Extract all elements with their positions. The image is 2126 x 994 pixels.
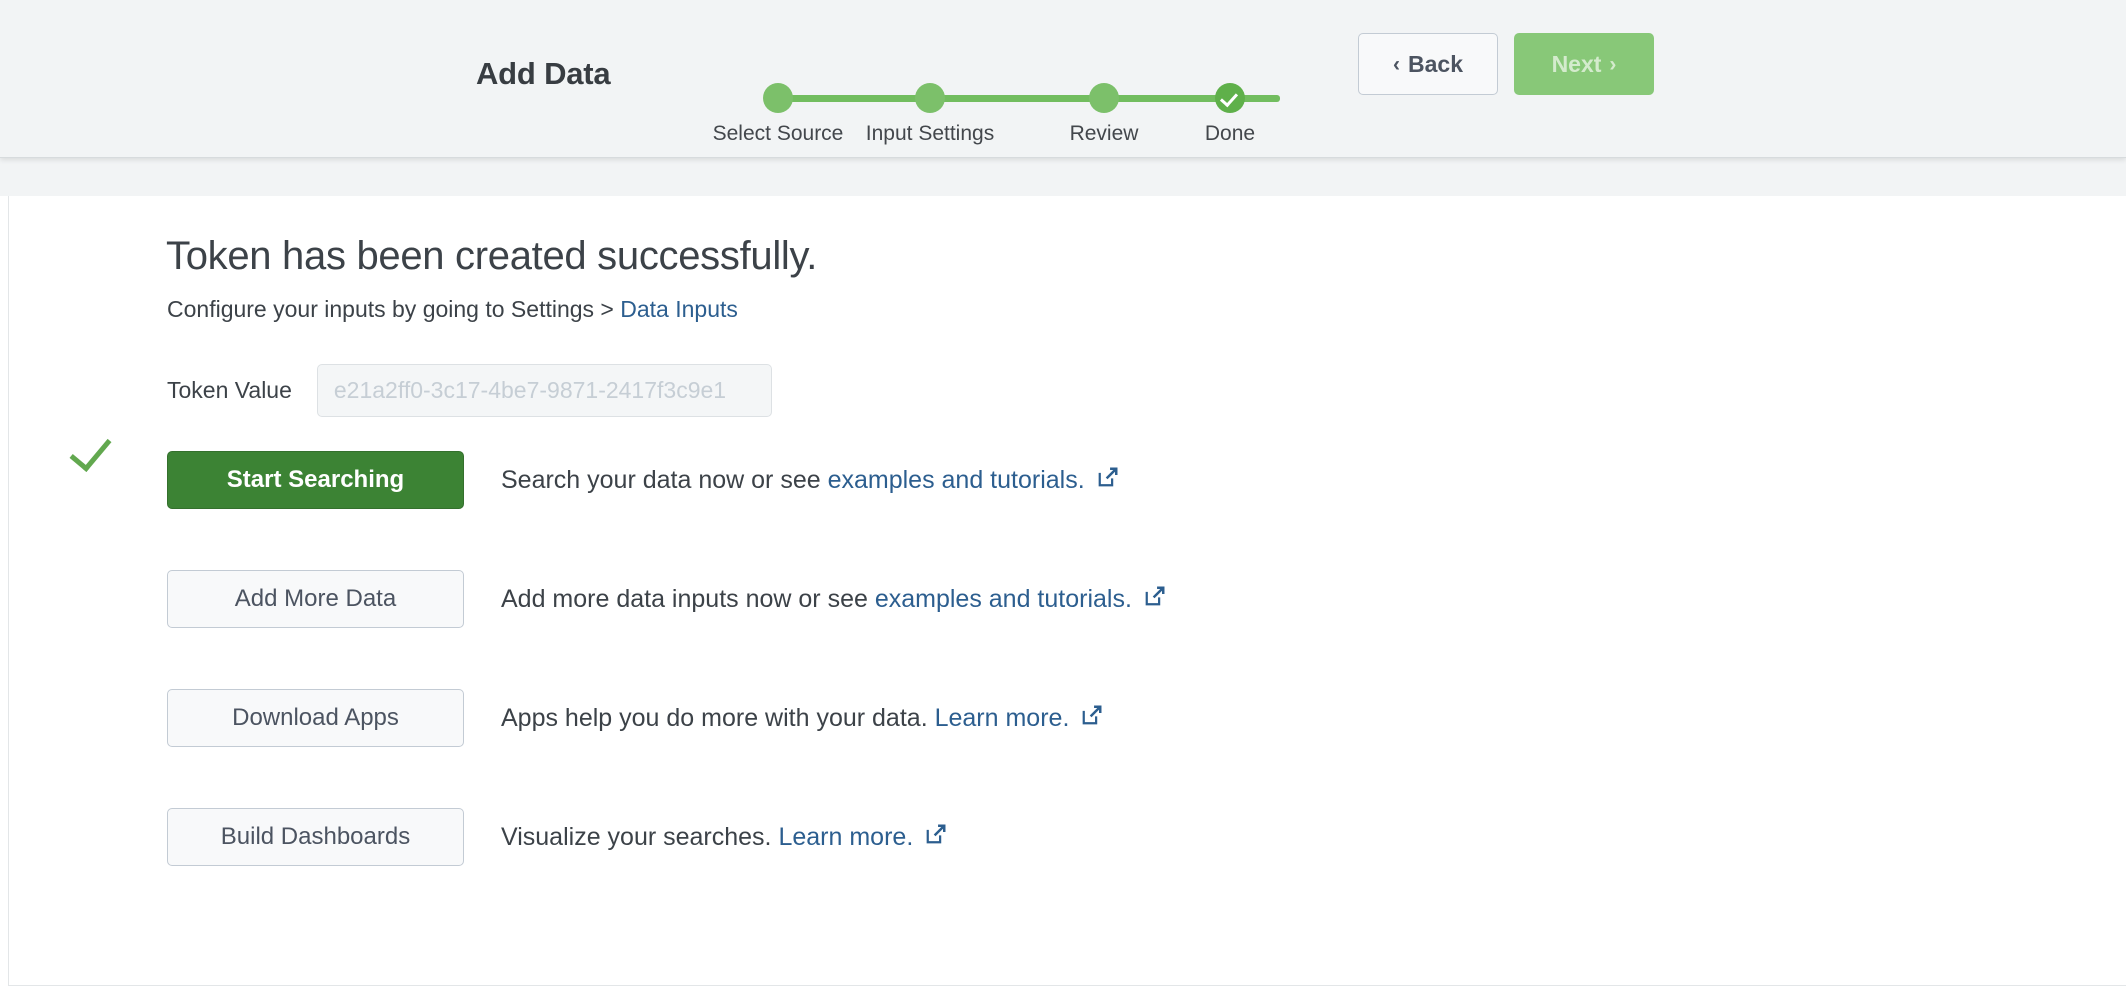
wizard-nav-buttons: ‹ Back Next › xyxy=(1358,33,1654,95)
action-row-build-dashboards: Build Dashboards Visualize your searches… xyxy=(167,806,1567,868)
action-text-add-more-data: Add more data inputs now or see examples… xyxy=(501,585,1166,614)
success-headline: Token has been created successfully. xyxy=(166,234,818,278)
success-panel: Token has been created successfully. Con… xyxy=(8,196,2126,986)
back-button[interactable]: ‹ Back xyxy=(1358,33,1498,95)
action-text-prefix-2: Apps help you do more with your data. xyxy=(501,703,935,732)
success-subline: Configure your inputs by going to Settin… xyxy=(167,296,738,323)
action-row-download-apps: Download Apps Apps help you do more with… xyxy=(167,687,1567,749)
step-label-input-settings: Input Settings xyxy=(865,122,995,145)
step-dot-input-settings xyxy=(915,83,945,113)
step-dot-done-check-icon xyxy=(1215,83,1245,113)
external-link-icon[interactable] xyxy=(925,823,947,852)
token-value-input[interactable] xyxy=(316,364,772,417)
success-subline-text: Configure your inputs by going to Settin… xyxy=(167,296,621,322)
token-value-label: Token Value xyxy=(167,377,292,403)
learn-more-link-apps[interactable]: Learn more. xyxy=(935,704,1070,732)
header-gutter xyxy=(0,158,2126,196)
action-row-start-searching: Start Searching Search your data now or … xyxy=(167,449,1567,511)
external-link-icon[interactable] xyxy=(1144,585,1166,614)
wizard-stepper: Select Source Input Settings Review Done xyxy=(700,40,1280,145)
step-label-select-source: Select Source xyxy=(712,122,844,145)
action-text-prefix-3: Visualize your searches. xyxy=(501,822,779,851)
action-text-download-apps: Apps help you do more with your data. Le… xyxy=(501,704,1103,733)
external-link-icon[interactable] xyxy=(1081,704,1103,733)
action-text-prefix-1: Add more data inputs now or see xyxy=(501,584,875,613)
wizard-header: Add Data Select Source Input Settings Re… xyxy=(0,0,2126,158)
action-row-add-more-data: Add More Data Add more data inputs now o… xyxy=(167,568,1567,630)
step-done[interactable]: Done xyxy=(1145,40,1315,146)
action-text-prefix-0: Search your data now or see xyxy=(501,465,828,494)
examples-and-tutorials-link-add-data[interactable]: examples and tutorials. xyxy=(875,585,1132,613)
page-title: Add Data xyxy=(476,56,611,91)
step-label-done: Done xyxy=(1204,122,1256,145)
build-dashboards-button[interactable]: Build Dashboards xyxy=(167,808,464,866)
chevron-left-icon: ‹ xyxy=(1393,52,1400,76)
learn-more-link-dashboards[interactable]: Learn more. xyxy=(778,823,913,851)
step-dot-select-source xyxy=(763,83,793,113)
start-searching-button[interactable]: Start Searching xyxy=(167,451,464,509)
next-button-label: Next xyxy=(1551,50,1602,77)
action-text-build-dashboards: Visualize your searches. Learn more. xyxy=(501,823,947,852)
token-value-row: Token Value xyxy=(167,364,772,417)
step-dot-review xyxy=(1089,83,1119,113)
data-inputs-link[interactable]: Data Inputs xyxy=(620,296,738,322)
action-text-start-searching: Search your data now or see examples and… xyxy=(501,466,1119,495)
examples-and-tutorials-link-search[interactable]: examples and tutorials. xyxy=(828,466,1085,494)
add-more-data-button[interactable]: Add More Data xyxy=(167,570,464,628)
next-steps-actions: Start Searching Search your data now or … xyxy=(167,449,1567,925)
success-check-icon xyxy=(69,427,112,473)
external-link-icon[interactable] xyxy=(1097,466,1119,495)
step-select-source[interactable]: Select Source xyxy=(693,40,863,146)
next-button[interactable]: Next › xyxy=(1514,33,1654,95)
chevron-right-icon: › xyxy=(1609,52,1617,76)
back-button-label: Back xyxy=(1408,50,1463,77)
step-input-settings[interactable]: Input Settings xyxy=(845,40,1015,146)
download-apps-button[interactable]: Download Apps xyxy=(167,689,464,747)
